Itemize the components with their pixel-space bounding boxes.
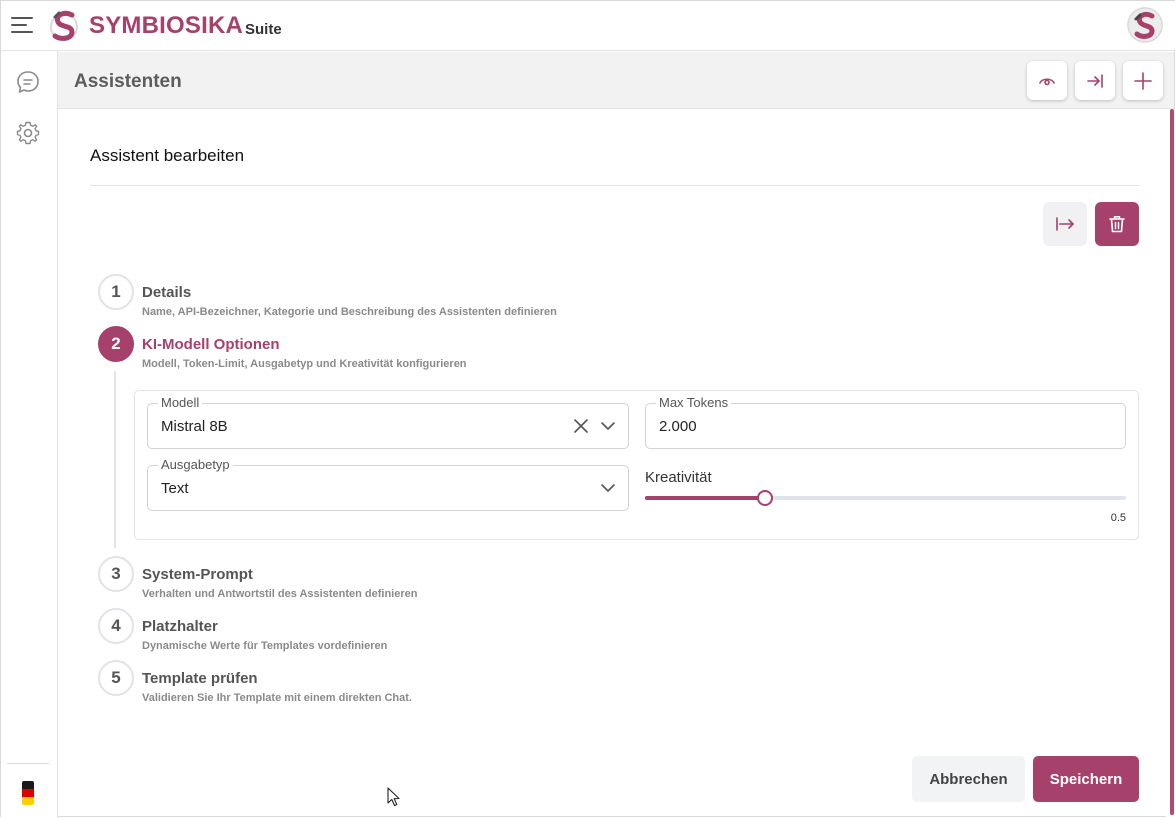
- step-3-label[interactable]: System-Prompt: [142, 566, 253, 583]
- step-5-description: Validieren Sie Ihr Template mit einem di…: [142, 692, 412, 704]
- max-tokens-field[interactable]: Max Tokens 2.000: [645, 395, 1126, 449]
- brand-logo: [50, 10, 78, 41]
- editor-divider: [90, 185, 1139, 186]
- page-title: Assistenten: [74, 71, 182, 92]
- step-2-number[interactable]: 2: [98, 326, 134, 362]
- output-type-label: Ausgabetyp: [158, 457, 233, 473]
- step-5-label[interactable]: Template prüfen: [142, 670, 258, 687]
- arrow-right-from-bar-icon: [1056, 217, 1074, 231]
- step-5-number[interactable]: 5: [98, 660, 134, 696]
- creativity-value: 0.5: [1110, 512, 1126, 524]
- app-frame: SYMBIOSIKA Suite Assistenten Assistent b…: [0, 0, 1175, 818]
- model-value: Mistral 8B: [161, 418, 228, 435]
- menu-icon[interactable]: [11, 14, 35, 34]
- step-2-description: Modell, Token-Limit, Ausgabetyp und Krea…: [142, 358, 467, 370]
- cancel-button[interactable]: Abbrechen: [912, 756, 1025, 802]
- chat-icon[interactable]: [15, 69, 41, 95]
- save-button[interactable]: Speichern: [1033, 756, 1139, 802]
- trash-icon: [1109, 216, 1125, 233]
- creativity-slider-fill: [645, 496, 766, 500]
- gear-icon[interactable]: [15, 120, 41, 146]
- mouse-cursor-icon: [387, 787, 400, 807]
- creativity-label: Kreativität: [645, 469, 712, 486]
- step-1-label[interactable]: Details: [142, 284, 191, 301]
- model-select[interactable]: Modell Mistral 8B: [147, 395, 629, 449]
- avatar-logo-icon: [1127, 7, 1163, 43]
- step-3-description: Verhalten und Antwortstil des Assistente…: [142, 588, 418, 600]
- brand-name: SYMBIOSIKA: [89, 12, 244, 39]
- close-editor-button[interactable]: [1043, 202, 1087, 246]
- step-4-label[interactable]: Platzhalter: [142, 618, 218, 635]
- plus-icon: [1134, 71, 1152, 90]
- step-1-number[interactable]: 1: [98, 274, 134, 310]
- step-4-number[interactable]: 4: [98, 608, 134, 644]
- language-flag-icon[interactable]: [22, 781, 34, 805]
- model-label: Modell: [158, 395, 203, 411]
- collapse-panel-button[interactable]: [1075, 61, 1115, 100]
- max-tokens-value: 2.000: [659, 418, 697, 435]
- step-4-description: Dynamische Werte für Templates vordefini…: [142, 640, 388, 652]
- top-bar: SYMBIOSIKA Suite: [1, 1, 1175, 51]
- chevron-down-icon[interactable]: [599, 417, 617, 435]
- eye-icon: [1039, 77, 1055, 85]
- max-tokens-label: Max Tokens: [656, 395, 732, 411]
- sidebar-divider: [7, 763, 49, 764]
- step-3-number[interactable]: 3: [98, 556, 134, 592]
- creativity-slider[interactable]: [645, 490, 1126, 506]
- output-type-value: Text: [161, 480, 189, 497]
- add-assistant-button[interactable]: [1123, 61, 1163, 100]
- chevron-down-icon[interactable]: [599, 479, 617, 497]
- avatar[interactable]: [1127, 7, 1163, 43]
- page-header: Assistenten: [58, 52, 1174, 109]
- preview-button[interactable]: [1027, 61, 1067, 100]
- scrollbar-thumb[interactable]: [1170, 109, 1174, 815]
- brand-suffix: Suite: [245, 21, 282, 38]
- arrow-right-bar-icon: [1087, 73, 1103, 88]
- output-type-select[interactable]: Ausgabetyp Text: [147, 457, 629, 511]
- step-2-label[interactable]: KI-Modell Optionen: [142, 336, 279, 353]
- sidebar: [1, 51, 58, 818]
- step-1-description: Name, API-Bezeichner, Kategorie und Besc…: [142, 306, 557, 318]
- editor-title: Assistent bearbeiten: [90, 146, 245, 165]
- clear-icon[interactable]: [572, 417, 590, 435]
- stepper-connector: [114, 371, 116, 548]
- delete-assistant-button[interactable]: [1095, 202, 1139, 246]
